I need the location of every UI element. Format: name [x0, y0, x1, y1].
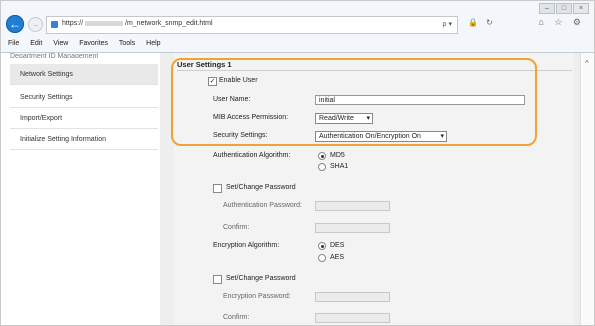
- home-star-gear-icons[interactable]: ⌂ ☆ ⚙: [538, 17, 585, 28]
- search-icon[interactable]: ρ ▾: [443, 20, 452, 28]
- sidebar-item-cut: Department ID Management: [10, 53, 99, 58]
- set-password-checkbox[interactable]: [213, 184, 222, 193]
- auth-algo-md5-label: MD5: [330, 152, 345, 159]
- enable-user-checkbox[interactable]: ✓: [208, 77, 217, 86]
- sidebar-item-import-export[interactable]: Import/Export: [10, 108, 158, 129]
- window-controls: – □ ×: [539, 3, 589, 14]
- sidebar-item-network-settings[interactable]: Network Settings: [10, 64, 158, 85]
- page-icon: [51, 21, 58, 28]
- confirm-label: Confirm:: [223, 224, 250, 231]
- sidebar-item-security-settings[interactable]: Security Settings: [10, 87, 158, 108]
- auth-algorithm-label: Authentication Algorithm:: [213, 152, 291, 159]
- browser-chrome: – □ × ← → https:// /m_network_snmp_edit.h…: [0, 0, 595, 53]
- user-name-input[interactable]: initial: [315, 95, 525, 105]
- mib-access-value: Read/Write: [319, 115, 354, 122]
- set-password-2-checkbox[interactable]: [213, 275, 222, 284]
- menu-edit[interactable]: Edit: [30, 40, 42, 47]
- section-divider: [177, 70, 572, 71]
- security-settings-select[interactable]: Authentication On/Encryption On ▾: [315, 131, 447, 142]
- set-password-2-label: Set/Change Password: [226, 275, 296, 282]
- close-button[interactable]: ×: [573, 3, 589, 14]
- minimize-button[interactable]: –: [539, 3, 555, 14]
- security-settings-label: Security Settings:: [213, 132, 268, 139]
- section-title: User Settings 1: [177, 60, 232, 69]
- confirm-input[interactable]: [315, 223, 390, 233]
- encryption-password-label: Encryption Password:: [223, 293, 291, 300]
- address-bar[interactable]: https:// /m_network_snmp_edit.html ρ ▾: [46, 16, 458, 34]
- menu-favorites[interactable]: Favorites: [79, 40, 108, 47]
- auth-algo-sha1-radio[interactable]: [318, 163, 326, 171]
- mib-access-label: MIB Access Permission:: [213, 114, 289, 121]
- forward-arrow-icon[interactable]: →: [28, 17, 43, 32]
- encryption-algorithm-label: Encryption Algorithm:: [213, 242, 280, 249]
- confirm-2-label: Confirm:: [223, 314, 250, 321]
- auth-algo-md5-radio[interactable]: [318, 152, 326, 160]
- maximize-button[interactable]: □: [556, 3, 572, 14]
- auth-algo-sha1-label: SHA1: [330, 163, 349, 170]
- url-prefix: https://: [62, 20, 84, 27]
- enc-algo-des-label: DES: [330, 242, 345, 249]
- navigation-row: ← → https:// /m_network_snmp_edit.html ρ …: [6, 14, 589, 36]
- enc-algo-aes-radio[interactable]: [318, 254, 326, 262]
- user-name-label: User Name:: [213, 96, 251, 103]
- chevron-down-icon: ▾: [440, 133, 444, 140]
- url-suffix: /m_network_snmp_edit.html: [125, 20, 213, 27]
- set-password-label: Set/Change Password: [226, 184, 296, 191]
- main-content: [160, 53, 580, 326]
- url-text: https:// /m_network_snmp_edit.html: [62, 20, 213, 27]
- menu-bar: File Edit View Favorites Tools Help: [8, 40, 170, 47]
- refresh-icon[interactable]: 🔒 ↻: [468, 18, 496, 27]
- sidebar-item-initialize[interactable]: Initialize Setting Information: [10, 129, 158, 150]
- mib-access-select[interactable]: Read/Write ▾: [315, 113, 373, 124]
- menu-file[interactable]: File: [8, 40, 19, 47]
- scroll-up-icon[interactable]: ^: [585, 59, 589, 68]
- back-arrow-icon[interactable]: ←: [6, 15, 24, 33]
- scrollbar[interactable]: ^: [580, 53, 595, 326]
- enc-algo-des-radio[interactable]: [318, 242, 326, 250]
- chevron-down-icon: ▾: [366, 115, 370, 122]
- url-redacted: [85, 20, 124, 26]
- security-settings-value: Authentication On/Encryption On: [319, 133, 421, 140]
- menu-help[interactable]: Help: [146, 40, 160, 47]
- auth-password-label: Authentication Password:: [223, 202, 302, 209]
- menu-view[interactable]: View: [53, 40, 68, 47]
- enable-user-label: Enable User: [219, 77, 258, 84]
- auth-password-input[interactable]: [315, 201, 390, 211]
- encryption-password-input[interactable]: [315, 292, 390, 302]
- confirm-2-input[interactable]: [315, 313, 390, 323]
- menu-tools[interactable]: Tools: [119, 40, 135, 47]
- enc-algo-aes-label: AES: [330, 254, 345, 261]
